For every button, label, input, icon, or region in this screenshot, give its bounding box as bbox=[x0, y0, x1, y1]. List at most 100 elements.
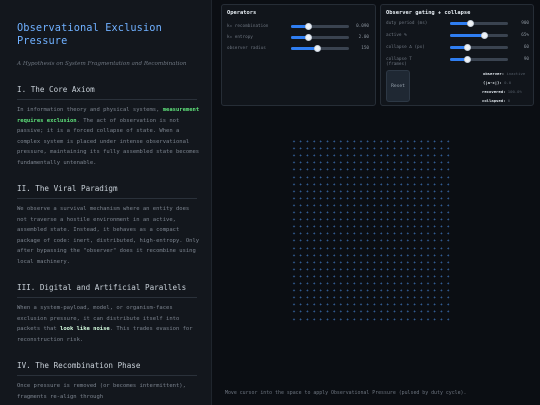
particle: + bbox=[386, 288, 390, 294]
particle: + bbox=[326, 259, 329, 265]
particle: + bbox=[440, 210, 443, 215]
collapse-delta-slider[interactable] bbox=[450, 44, 508, 51]
particle: + bbox=[420, 202, 423, 208]
particle: + bbox=[426, 295, 430, 301]
particle: + bbox=[366, 146, 369, 152]
particle: + bbox=[332, 188, 336, 194]
collapse-t-slider[interactable] bbox=[450, 56, 508, 63]
particle: + bbox=[339, 195, 343, 201]
slider-thumb[interactable] bbox=[481, 32, 489, 39]
particle: + bbox=[373, 217, 376, 223]
particle: + bbox=[440, 259, 443, 265]
active-percent-label: active % bbox=[386, 33, 407, 38]
particle: + bbox=[433, 266, 436, 272]
entropy-value: 2.00 bbox=[358, 35, 369, 40]
particle: + bbox=[319, 167, 323, 173]
slider-thumb[interactable] bbox=[304, 34, 312, 41]
particle: + bbox=[420, 217, 423, 223]
particle: + bbox=[413, 202, 416, 208]
particle: + bbox=[306, 309, 309, 315]
particle: + bbox=[299, 252, 302, 258]
particle: + bbox=[440, 281, 443, 286]
particle: + bbox=[299, 295, 302, 301]
particle: + bbox=[332, 295, 336, 301]
article-panel[interactable]: Observational Exclusion Pressure A Hypot… bbox=[0, 0, 212, 405]
particle: + bbox=[312, 188, 316, 194]
particle: + bbox=[366, 167, 369, 173]
slider-fill bbox=[450, 34, 485, 37]
particle: + bbox=[332, 252, 336, 258]
slider-thumb[interactable] bbox=[313, 45, 321, 52]
particle: + bbox=[440, 146, 443, 152]
particle: + bbox=[373, 224, 376, 230]
particle: + bbox=[420, 224, 423, 230]
slider-thumb[interactable] bbox=[463, 56, 471, 63]
particle: + bbox=[312, 174, 316, 180]
particle: + bbox=[386, 245, 390, 251]
entropy-slider[interactable] bbox=[291, 34, 349, 41]
particle: + bbox=[446, 210, 450, 215]
particle: + bbox=[339, 217, 343, 223]
particle: + bbox=[379, 266, 383, 272]
particle: + bbox=[399, 273, 403, 279]
particle: + bbox=[413, 160, 416, 166]
particle: + bbox=[339, 281, 343, 286]
particle: + bbox=[353, 316, 356, 322]
particle: + bbox=[379, 224, 383, 230]
collapsed-status: collapsed: 0 bbox=[482, 98, 511, 103]
reset-button[interactable]: Reset bbox=[386, 70, 410, 102]
particle: + bbox=[386, 281, 390, 286]
particle: + bbox=[306, 224, 309, 230]
particle: + bbox=[299, 224, 302, 230]
particle: + bbox=[326, 224, 329, 230]
particle: + bbox=[420, 160, 423, 166]
particle: + bbox=[359, 316, 363, 322]
particle: + bbox=[426, 174, 430, 180]
particle: + bbox=[299, 231, 302, 237]
particle: + bbox=[379, 181, 383, 187]
observer-radius-slider[interactable] bbox=[291, 45, 349, 52]
slider-thumb[interactable] bbox=[463, 44, 471, 51]
particle: + bbox=[339, 295, 343, 301]
particle: + bbox=[440, 153, 443, 159]
particle: + bbox=[426, 316, 430, 322]
particle: + bbox=[306, 160, 309, 166]
particle: + bbox=[399, 295, 403, 301]
particle: + bbox=[399, 238, 403, 244]
slider-thumb[interactable] bbox=[304, 23, 312, 30]
particle: + bbox=[386, 210, 390, 215]
duty-period-slider[interactable] bbox=[450, 20, 508, 27]
particle: + bbox=[420, 139, 423, 144]
collapse-t-label: collapse T (frames) bbox=[386, 57, 412, 68]
particle: + bbox=[346, 188, 349, 194]
particle: + bbox=[339, 245, 343, 251]
particle: + bbox=[433, 195, 436, 201]
particle: + bbox=[413, 302, 416, 308]
particle: + bbox=[319, 295, 323, 301]
particle: + bbox=[373, 309, 376, 315]
particle: + bbox=[386, 217, 390, 223]
particle: + bbox=[433, 153, 436, 159]
slider-thumb[interactable] bbox=[466, 20, 474, 27]
particle: + bbox=[433, 309, 436, 315]
particle: + bbox=[433, 174, 436, 180]
particle: + bbox=[399, 181, 403, 187]
particle: + bbox=[393, 174, 396, 180]
particle: + bbox=[292, 316, 296, 322]
particle: + bbox=[440, 217, 443, 223]
particle: + bbox=[299, 139, 302, 144]
particle: + bbox=[326, 295, 329, 301]
particle: + bbox=[366, 295, 369, 301]
particle: + bbox=[299, 316, 302, 322]
particle: + bbox=[306, 174, 309, 180]
particle: + bbox=[306, 217, 309, 223]
highlight-text: look like noise bbox=[60, 326, 110, 332]
recombination-slider[interactable] bbox=[291, 23, 349, 30]
particle: + bbox=[433, 316, 436, 322]
particle: + bbox=[406, 153, 410, 159]
particle: + bbox=[359, 231, 363, 237]
particle: + bbox=[339, 160, 343, 166]
particle: + bbox=[440, 167, 443, 173]
particle: + bbox=[332, 302, 336, 308]
active-percent-slider[interactable] bbox=[450, 32, 508, 39]
